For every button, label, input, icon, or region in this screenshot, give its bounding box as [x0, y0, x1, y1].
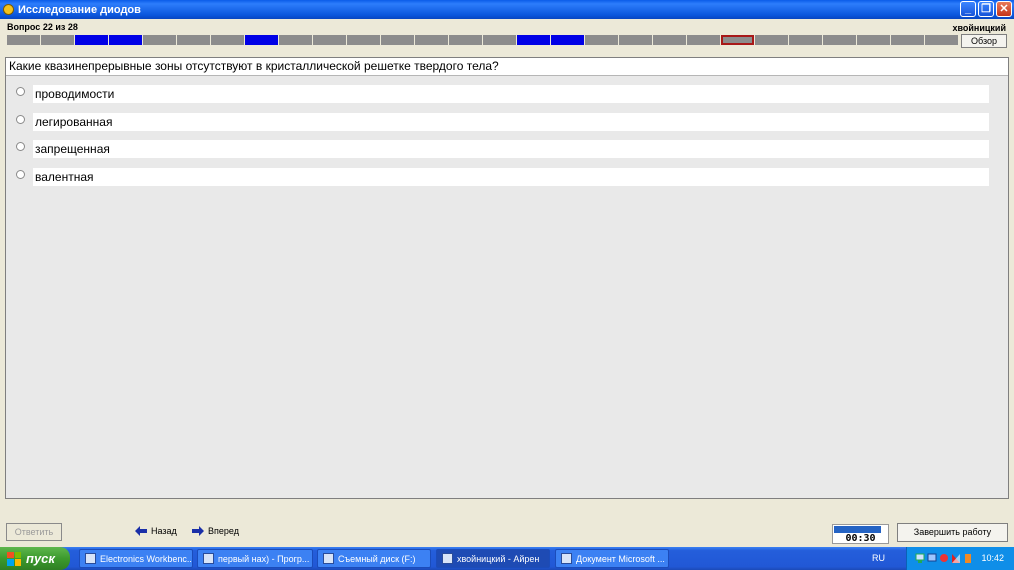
start-button[interactable]: пуск: [0, 547, 70, 570]
forward-button[interactable]: Вперед: [192, 526, 239, 536]
minimize-button[interactable]: _: [960, 1, 976, 17]
answer-option[interactable]: валентная: [6, 168, 1008, 186]
taskbar-item-active[interactable]: хвойницкий - Айрен: [436, 549, 550, 568]
restore-button[interactable]: ❐: [978, 1, 994, 17]
option-label[interactable]: запрещенная: [33, 140, 989, 158]
arrow-left-icon: [135, 526, 147, 536]
progress-cell[interactable]: [449, 35, 482, 45]
progress-cell[interactable]: [857, 35, 890, 45]
system-tray: 10:42: [906, 547, 1014, 570]
taskbar: пуск Electronics Workbenc... первый нах)…: [0, 547, 1014, 570]
progress-cell[interactable]: [585, 35, 618, 45]
progress-cell[interactable]: [7, 35, 40, 45]
forward-label: Вперед: [208, 526, 239, 536]
question-text: Какие квазинепрерывные зоны отсутствуют …: [6, 58, 1008, 76]
arrow-right-icon: [192, 526, 204, 536]
window-title: Исследование диодов: [18, 3, 141, 16]
title-bar: Исследование диодов _ ❐ ✕: [0, 0, 1014, 19]
taskbar-item[interactable]: первый нах) - Прогр...: [197, 549, 313, 568]
answer-button[interactable]: Ответить: [6, 523, 62, 541]
progress-cell[interactable]: [279, 35, 312, 45]
radio-button[interactable]: [16, 170, 25, 179]
window-controls: _ ❐ ✕: [960, 1, 1012, 17]
back-label: Назад: [151, 526, 177, 536]
taskbar-item[interactable]: Electronics Workbenc...: [79, 549, 193, 568]
start-label: пуск: [26, 551, 55, 566]
image-icon: [203, 553, 214, 564]
progress-cell-answered[interactable]: [551, 35, 584, 45]
progress-cell[interactable]: [381, 35, 414, 45]
progress-cell[interactable]: [143, 35, 176, 45]
progress-cell-answered[interactable]: [109, 35, 142, 45]
progress-cell-answered[interactable]: [75, 35, 108, 45]
windows-logo-icon: [7, 551, 21, 566]
progress-cell[interactable]: [687, 35, 720, 45]
progress-cell[interactable]: [313, 35, 346, 45]
test-app-icon: [442, 553, 453, 564]
test-header: Вопрос 22 из 28 хвойницкий Обзор: [0, 19, 1014, 55]
option-label[interactable]: проводимости: [33, 85, 989, 103]
network-icon[interactable]: [915, 553, 925, 564]
progress-cell-answered[interactable]: [245, 35, 278, 45]
taskbar-item-label: Electronics Workbenc...: [100, 553, 193, 564]
progress-cell[interactable]: [347, 35, 380, 45]
answer-option[interactable]: легированная: [6, 113, 1008, 131]
document-icon[interactable]: [963, 553, 973, 564]
app-icon: [3, 4, 14, 15]
progress-cell[interactable]: [925, 35, 958, 45]
progress-cell[interactable]: [891, 35, 924, 45]
app-icon: [85, 553, 96, 564]
radio-button[interactable]: [16, 87, 25, 96]
answer-option[interactable]: проводимости: [6, 85, 1008, 103]
drive-icon: [323, 553, 334, 564]
progress-cell[interactable]: [619, 35, 652, 45]
monitor-icon[interactable]: [927, 553, 937, 564]
timer-progress-fill: [834, 526, 881, 533]
progress-cell[interactable]: [755, 35, 788, 45]
option-label[interactable]: легированная: [33, 113, 989, 131]
word-document-icon: [561, 553, 572, 564]
antivirus-icon[interactable]: [951, 553, 961, 564]
progress-cell[interactable]: [211, 35, 244, 45]
progress-cell[interactable]: [823, 35, 856, 45]
overview-button[interactable]: Обзор: [961, 34, 1007, 48]
taskbar-item-label: первый нах) - Прогр...: [218, 553, 310, 564]
progress-cell[interactable]: [789, 35, 822, 45]
question-counter: Вопрос 22 из 28: [7, 22, 78, 32]
taskbar-item-label: Документ Microsoft ...: [576, 553, 665, 564]
radio-button[interactable]: [16, 115, 25, 124]
security-icon[interactable]: [939, 553, 949, 564]
option-label[interactable]: валентная: [33, 168, 989, 186]
progress-cell-answered[interactable]: [517, 35, 550, 45]
progress-cell[interactable]: [177, 35, 210, 45]
progress-cell[interactable]: [653, 35, 686, 45]
timer: 00:30: [832, 524, 889, 544]
radio-button[interactable]: [16, 142, 25, 151]
progress-cell[interactable]: [483, 35, 516, 45]
taskbar-item-label: хвойницкий - Айрен: [457, 553, 540, 564]
user-name: хвойницкий: [952, 23, 1006, 33]
clock: 10:42: [981, 553, 1004, 563]
progress-cell[interactable]: [415, 35, 448, 45]
taskbar-item[interactable]: Документ Microsoft ...: [555, 549, 669, 568]
question-panel: Какие квазинепрерывные зоны отсутствуют …: [5, 57, 1009, 499]
question-progress-bar: [7, 35, 958, 45]
language-indicator[interactable]: RU: [872, 553, 885, 563]
close-button[interactable]: ✕: [996, 1, 1012, 17]
taskbar-item[interactable]: Съемный диск (F:): [317, 549, 431, 568]
taskbar-item-label: Съемный диск (F:): [338, 553, 416, 564]
timer-text: 00:30: [845, 533, 876, 544]
progress-cell-current[interactable]: [721, 35, 754, 45]
finish-button[interactable]: Завершить работу: [897, 523, 1008, 542]
progress-cell[interactable]: [41, 35, 74, 45]
back-button[interactable]: Назад: [135, 526, 177, 536]
answer-option[interactable]: запрещенная: [6, 140, 1008, 158]
